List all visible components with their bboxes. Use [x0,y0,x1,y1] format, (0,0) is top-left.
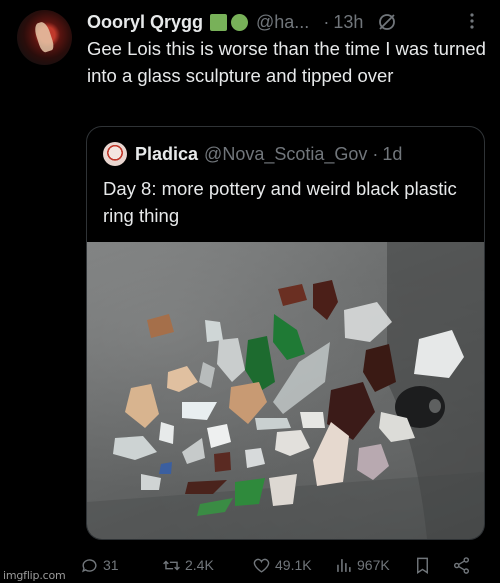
like-button[interactable]: 49.1K [252,554,312,576]
green-square-emoji [210,13,228,31]
views-count: 967K [357,557,390,573]
repost-button[interactable]: 2.4K [162,554,214,576]
quote-text: Day 8: more pottery and weird black plas… [103,178,457,226]
sea-glass-illustration [87,242,484,539]
more-options-icon[interactable] [462,11,482,31]
tweet-time[interactable]: 13h [333,12,363,33]
repost-count: 2.4K [185,557,214,573]
quote-author-avatar[interactable] [103,142,127,166]
views-icon [337,558,351,572]
quoted-tweet[interactable]: Pladica @Nova_Scotia_Gov · 1d Day 8: mor… [86,126,485,540]
reply-button[interactable]: 31 [80,554,119,576]
quote-author-handle[interactable]: @Nova_Scotia_Gov [204,144,367,165]
quote-time[interactable]: 1d [382,144,402,165]
green-circle-emoji [231,13,249,31]
reply-icon [82,558,97,572]
author-avatar[interactable] [17,10,72,65]
views-button[interactable]: 967K [334,554,390,576]
imgflip-watermark: imgflip.com [3,569,66,582]
quote-author-name[interactable]: Pladica [135,144,198,165]
action-bar: 31 2.4K 49.1K 967K [80,554,490,576]
tweet-header: Oooryl Qrygg @ha... · 13h [87,9,487,35]
quote-photo[interactable] [87,242,484,539]
bookmark-icon [417,557,428,574]
like-icon [253,558,270,573]
tweet[interactable]: Oooryl Qrygg @ha... · 13h Gee Lois this … [0,0,500,583]
tweet-text: Gee Lois this is worse than the time I w… [87,38,486,86]
reply-count: 31 [103,557,119,573]
share-button[interactable] [452,554,475,576]
quote-header: Pladica @Nova_Scotia_Gov · 1d [103,141,402,167]
author-name[interactable]: Oooryl Qrygg [87,12,203,33]
repost-icon [163,560,180,570]
grok-icon[interactable] [377,12,397,32]
author-handle[interactable]: @ha... [256,12,309,33]
separator-dot: · [323,11,330,32]
quote-separator-dot: · [372,143,379,164]
bookmark-button[interactable] [413,554,436,576]
like-count: 49.1K [275,557,312,573]
share-icon [453,556,470,574]
